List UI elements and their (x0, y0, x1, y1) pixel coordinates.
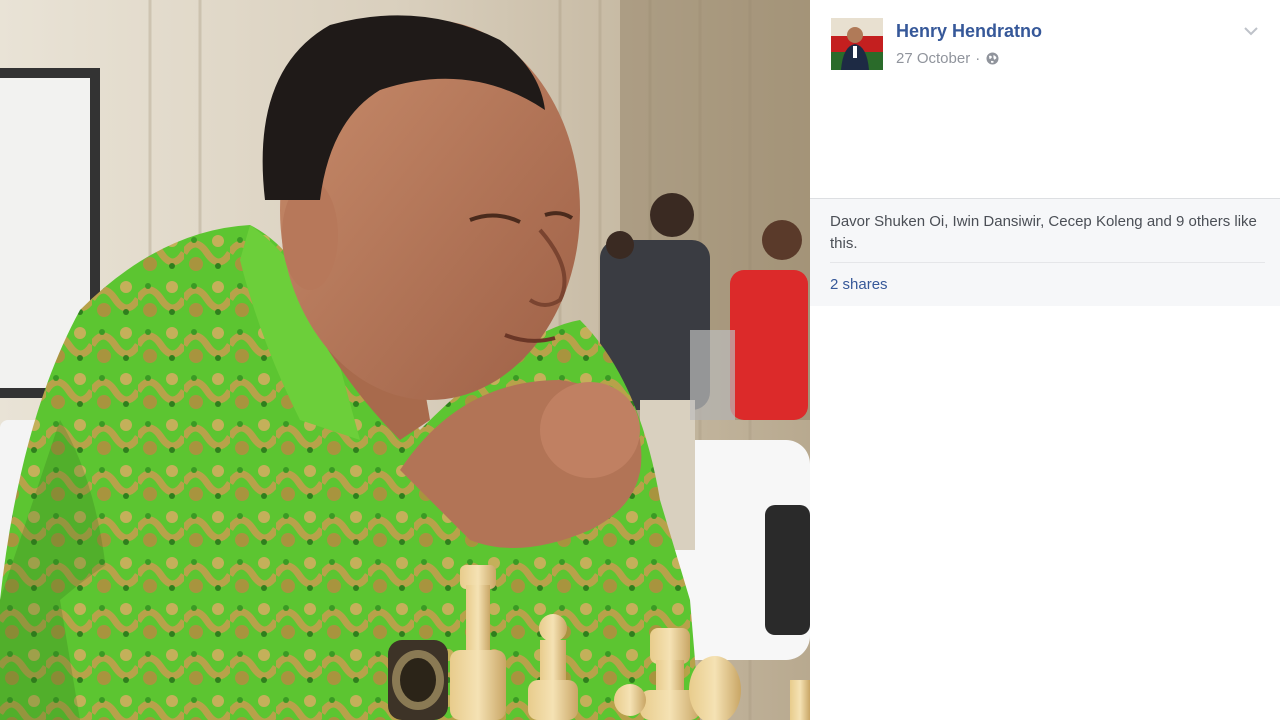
chevron-down-icon[interactable] (1242, 22, 1260, 40)
avatar-image (831, 18, 883, 70)
author-name-link[interactable]: Henry Hendratno (896, 21, 1042, 42)
post-photo[interactable] (0, 0, 810, 720)
post-side-panel: Henry Hendratno 27 October · Davor Shuke… (810, 0, 1280, 720)
author-avatar[interactable] (831, 18, 883, 70)
shares-link[interactable]: 2 shares (830, 276, 888, 293)
post-header: Henry Hendratno 27 October · (810, 0, 1280, 198)
post-date[interactable]: 27 October (896, 50, 970, 67)
engagement-divider (830, 262, 1265, 263)
meta-separator: · (975, 50, 981, 67)
photo-illustration (0, 0, 810, 720)
likes-summary[interactable]: Davor Shuken Oi, Iwin Dansiwir, Cecep Ko… (830, 211, 1265, 255)
engagement-section: Davor Shuken Oi, Iwin Dansiwir, Cecep Ko… (810, 198, 1280, 306)
post-meta: 27 October · (896, 50, 999, 67)
globe-icon[interactable] (986, 52, 999, 65)
